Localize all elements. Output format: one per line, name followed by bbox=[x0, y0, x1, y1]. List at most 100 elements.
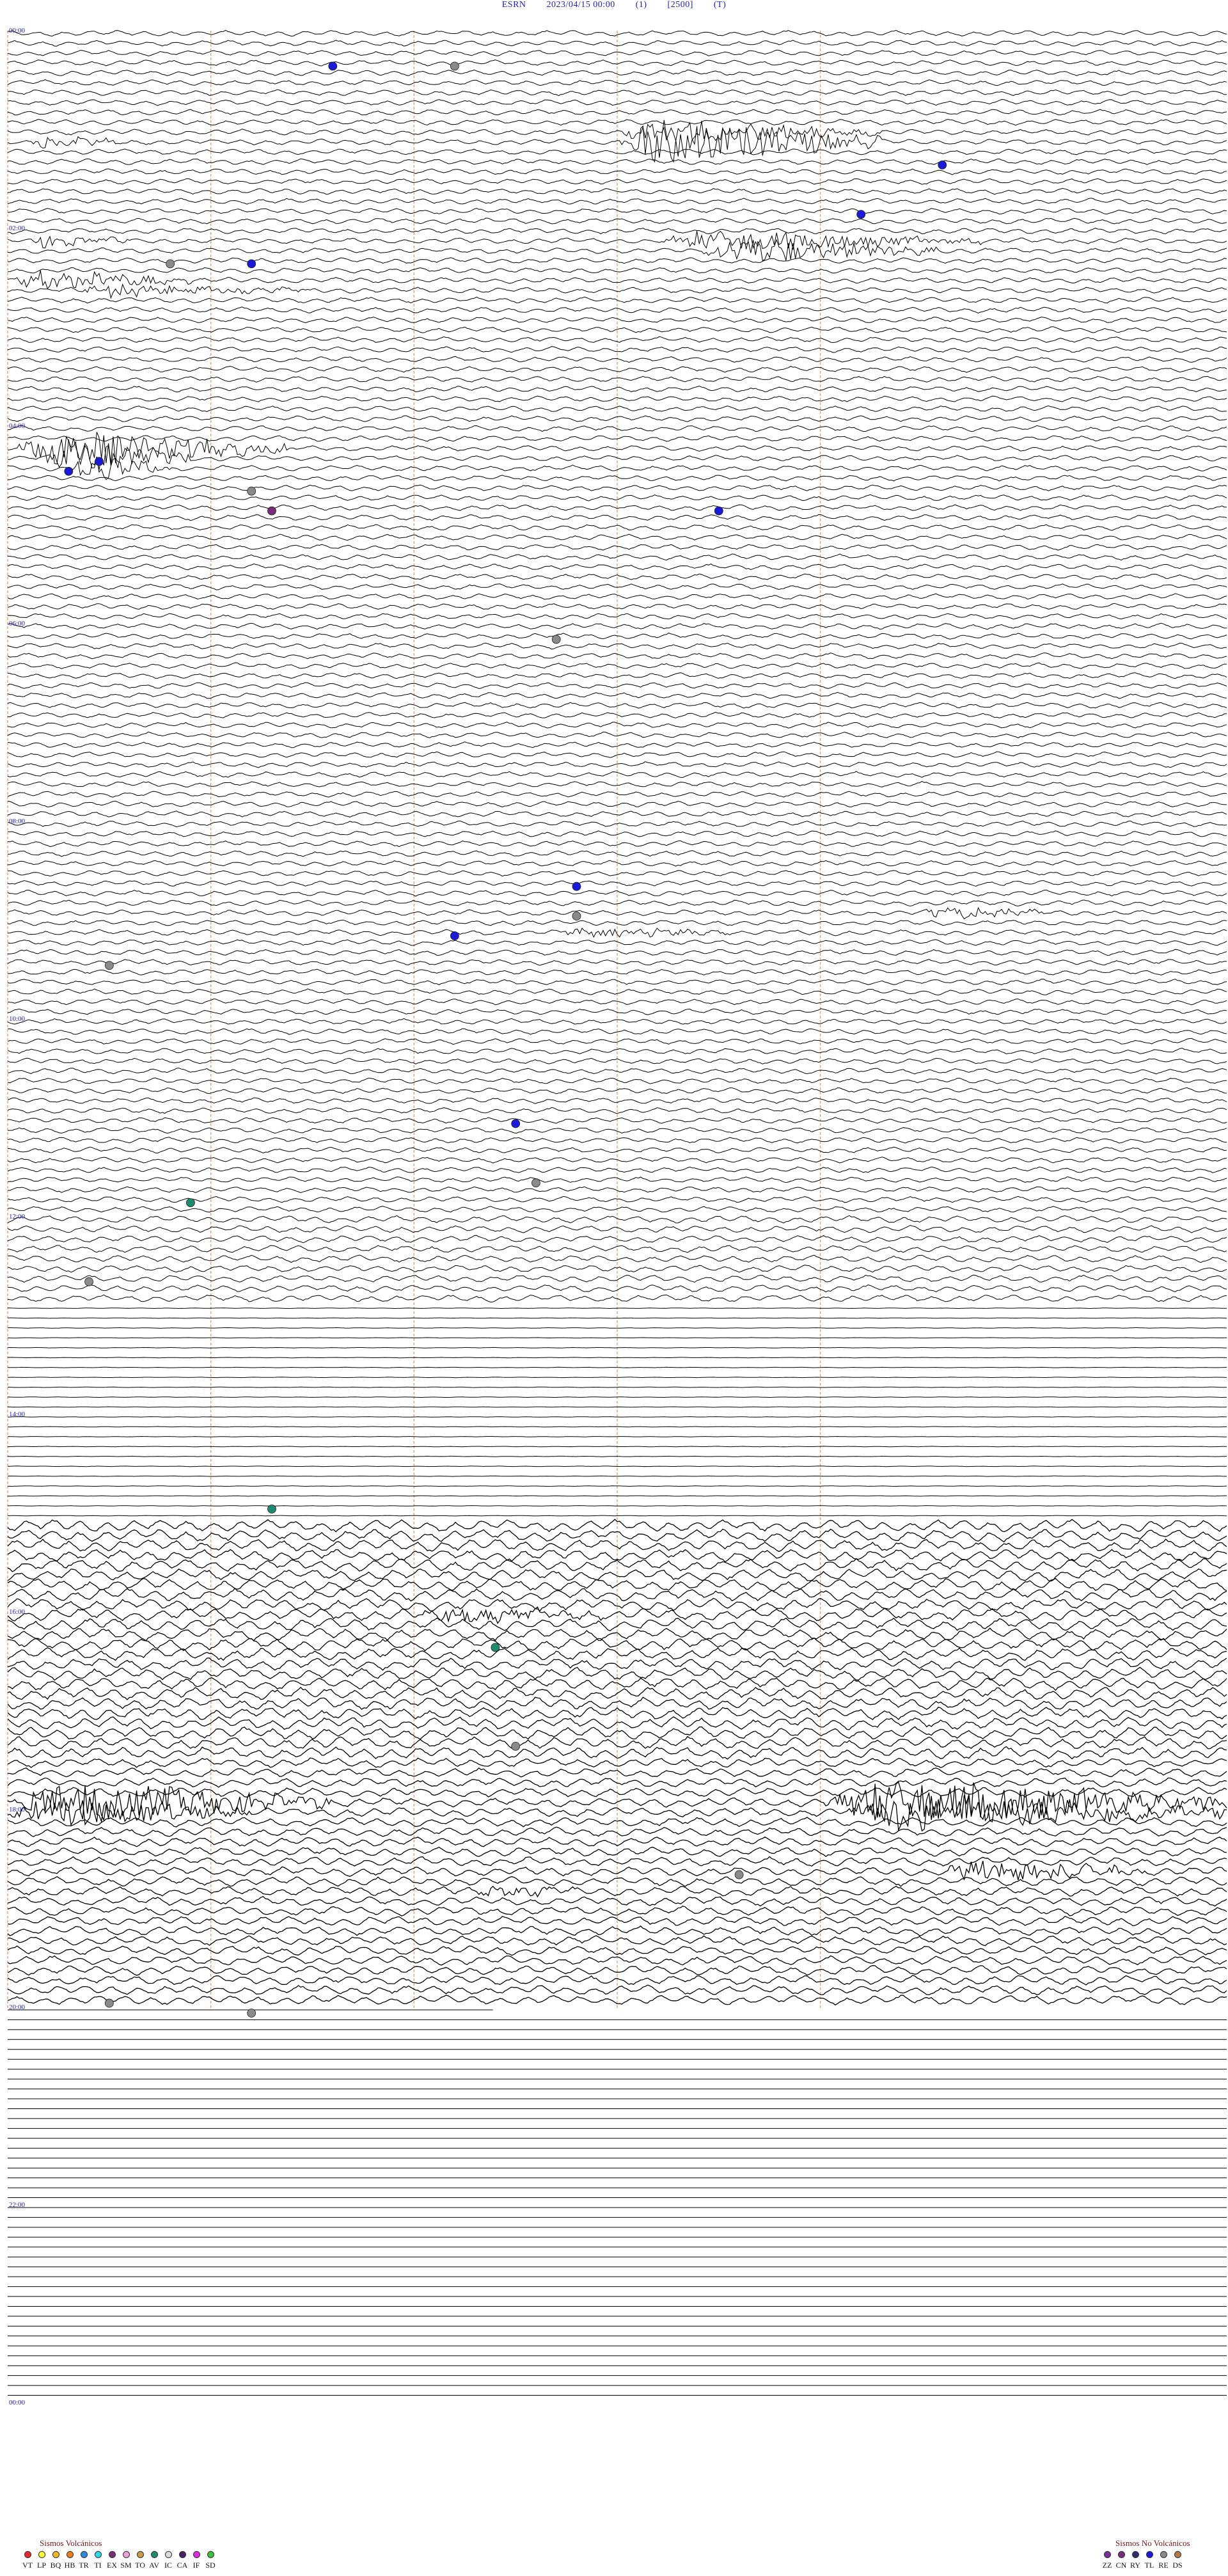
event-marker bbox=[450, 61, 459, 71]
nonvolcanic-legend-code: RE bbox=[1158, 2561, 1169, 2570]
event-marker bbox=[166, 259, 175, 269]
volcanic-legend-item: IC bbox=[161, 2551, 175, 2570]
volcanic-legend-code: IF bbox=[193, 2561, 200, 2570]
volcanic-legend-dot bbox=[80, 2551, 88, 2558]
volcanic-legend-title: Sismos Volcánicos bbox=[40, 2538, 102, 2548]
hour-label: 20:00 bbox=[9, 2003, 26, 2011]
nonvolcanic-legend-item: ZZ bbox=[1100, 2551, 1114, 2570]
volcanic-legend-dot bbox=[164, 2551, 172, 2558]
trace-line bbox=[7, 1455, 1227, 1457]
hour-label: 00:00 bbox=[9, 2399, 26, 2406]
volcanic-legend-dot bbox=[122, 2551, 130, 2558]
helicorder-plot: 00:00 02:00 04:00 06:00 08:00 10:00 12:00 14:00… bbox=[7, 27, 1227, 2406]
trace-line bbox=[7, 296, 1227, 304]
nonvolcanic-legend-item: DS bbox=[1170, 2551, 1185, 2570]
nonvolcanic-legend-dot bbox=[1117, 2551, 1125, 2558]
hour-label: 18:00 bbox=[9, 1806, 26, 1813]
event-marker bbox=[328, 61, 338, 71]
event-marker bbox=[938, 160, 947, 170]
nonvolcanic-legend-code: TL bbox=[1144, 2561, 1154, 2570]
event-marker bbox=[551, 635, 561, 644]
nonvolcanic-legend-title: Sismos No Volcánicos bbox=[1115, 2538, 1190, 2548]
event-marker bbox=[572, 912, 581, 921]
nonvolcanic-legend-item: RY bbox=[1128, 2551, 1142, 2570]
event-marker bbox=[511, 1741, 521, 1751]
hour-label: 08:00 bbox=[9, 818, 26, 825]
trace-line bbox=[7, 1377, 1227, 1379]
event-marker bbox=[267, 1505, 276, 1513]
hour-label: 16:00 bbox=[9, 1608, 26, 1616]
nonvolcanic-legend: ZZ CN RY TL RE DS bbox=[1100, 2551, 1185, 2570]
volcanic-legend-item: SM bbox=[119, 2551, 133, 2570]
volcanic-legend-code: BQ bbox=[50, 2561, 61, 2570]
trace-line bbox=[7, 1707, 1227, 1720]
event-marker bbox=[511, 1119, 521, 1128]
trace-line bbox=[7, 1416, 1227, 1418]
volcanic-legend-dot bbox=[136, 2551, 144, 2558]
trace-line bbox=[7, 820, 1227, 828]
trace-line bbox=[7, 1366, 1227, 1368]
volcanic-legend-code: HB bbox=[64, 2561, 75, 2570]
trace-line bbox=[7, 633, 1227, 640]
event-marker bbox=[714, 506, 723, 516]
volcanic-legend-dot bbox=[52, 2551, 59, 2558]
nonvolcanic-legend-code: RY bbox=[1130, 2561, 1140, 2570]
event-marker bbox=[450, 931, 459, 940]
volcanic-legend-item: HB bbox=[63, 2551, 77, 2570]
volcanic-legend-code: CA bbox=[177, 2561, 188, 2570]
nonvolcanic-legend-code: DS bbox=[1172, 2561, 1183, 2570]
trace-line bbox=[7, 1558, 1227, 1572]
volcanic-legend-dot bbox=[38, 2551, 45, 2558]
event-marker bbox=[247, 486, 256, 496]
volcanic-legend-item: BQ bbox=[49, 2551, 63, 2570]
hour-label: 12:00 bbox=[9, 1213, 26, 1221]
volcanic-legend-item: VT bbox=[20, 2551, 35, 2570]
volcanic-legend-code: SD bbox=[205, 2561, 216, 2570]
hour-label: 22:00 bbox=[9, 2201, 26, 2209]
volcanic-legend-code: SM bbox=[120, 2561, 132, 2570]
trace-line bbox=[7, 1568, 1227, 1582]
volcanic-legend-code: IC bbox=[164, 2561, 172, 2570]
hour-label: 00:00 bbox=[9, 27, 26, 35]
nonvolcanic-legend-dot bbox=[1160, 2551, 1167, 2558]
volcanic-legend-code: TI bbox=[94, 2561, 102, 2570]
volcanic-legend-item: EX bbox=[105, 2551, 119, 2570]
event-marker bbox=[104, 1998, 114, 2008]
trace-line bbox=[7, 1666, 1227, 1681]
volcanic-legend-item: TI bbox=[91, 2551, 105, 2570]
hour-label: 06:00 bbox=[9, 620, 26, 628]
nonvolcanic-legend-code: ZZ bbox=[1102, 2561, 1112, 2570]
volcanic-legend-item: TO bbox=[133, 2551, 147, 2570]
volcanic-legend: VT LP BQ HB TR TI EX SM TO AV IC CA IF SD bbox=[20, 2551, 217, 2570]
volcanic-legend-dot bbox=[94, 2551, 102, 2558]
volcanic-legend-item: TR bbox=[77, 2551, 91, 2570]
event-marker bbox=[84, 1277, 93, 1286]
trace-line bbox=[8, 1426, 1227, 1428]
nonvolcanic-legend-item: TL bbox=[1142, 2551, 1156, 2570]
trace-line bbox=[7, 1166, 1227, 1173]
volcanic-legend-code: TR bbox=[79, 2561, 89, 2570]
trace-line bbox=[7, 1396, 1227, 1398]
hour-label: 14:00 bbox=[9, 1410, 26, 1418]
event-marker bbox=[734, 1870, 744, 1879]
volcanic-legend-code: AV bbox=[149, 2561, 159, 2570]
event-markers bbox=[64, 61, 947, 2018]
volcanic-legend-dot bbox=[178, 2551, 186, 2558]
volcanic-legend-code: TO bbox=[135, 2561, 145, 2570]
trace-line bbox=[7, 1357, 1227, 1359]
volcanic-legend-item: LP bbox=[35, 2551, 49, 2570]
event-marker bbox=[267, 506, 276, 516]
trace-line bbox=[7, 158, 1227, 165]
event-marker bbox=[491, 1643, 500, 1652]
nonvolcanic-legend-dot bbox=[1103, 2551, 1111, 2558]
volcanic-legend-dot bbox=[207, 2551, 214, 2558]
trace-line bbox=[7, 1657, 1227, 1671]
trace-line bbox=[7, 1347, 1227, 1348]
event-marker bbox=[64, 466, 74, 476]
nonvolcanic-legend-item: CN bbox=[1114, 2551, 1128, 2570]
trace-line bbox=[7, 1327, 1227, 1329]
volcanic-legend-code: LP bbox=[36, 2561, 46, 2570]
trace-line bbox=[7, 1308, 1227, 1309]
event-marker bbox=[95, 457, 104, 466]
trace-line bbox=[7, 1955, 1227, 1966]
